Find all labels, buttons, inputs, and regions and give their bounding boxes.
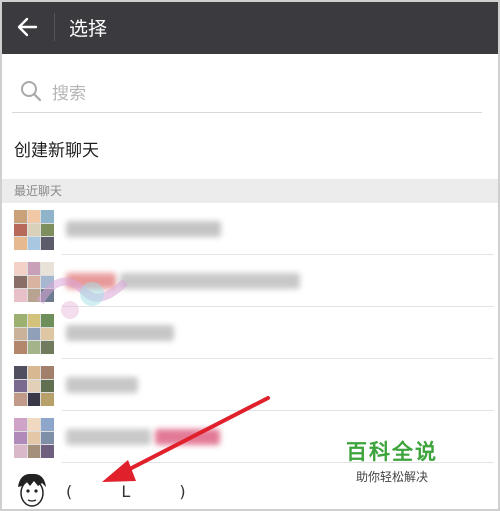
cartoon-face-avatar [14, 471, 50, 509]
blurred-chat-name [66, 377, 138, 393]
back-arrow-icon [17, 17, 38, 37]
chat-row-3[interactable] [0, 307, 500, 359]
chat-name-partial: ( L ) [66, 482, 208, 501]
blurred-chat-name [66, 273, 116, 289]
blurred-chat-name [66, 221, 221, 237]
blurred-chat-name [66, 429, 151, 445]
page-title: 选择 [69, 17, 108, 40]
blurred-chat-name [120, 273, 300, 289]
blurred-chat-name [155, 429, 220, 445]
watermark-title: 百科全说 [346, 440, 438, 464]
baike-watermark: 百科全说 助你轻松解决 [346, 436, 438, 485]
header-divider [54, 13, 55, 41]
blurred-chat-name [66, 325, 174, 341]
group-avatar [14, 314, 54, 354]
chat-row-1[interactable] [0, 203, 500, 255]
watermark-subtitle: 助你轻松解决 [355, 470, 428, 484]
search-placeholder: 搜索 [52, 83, 86, 104]
chat-row-2[interactable] [0, 255, 500, 307]
search-icon [21, 81, 42, 102]
chat-row-4[interactable] [0, 359, 500, 411]
group-avatar [14, 418, 54, 458]
group-avatar [14, 366, 54, 406]
create-new-chat-button[interactable]: 创建新聊天 [14, 136, 99, 161]
back-button[interactable] [0, 0, 54, 54]
group-avatar [14, 210, 54, 250]
search-input[interactable]: 搜索 [12, 70, 482, 113]
recent-chats-heading: 最近聊天 [0, 179, 500, 203]
group-avatar [14, 262, 54, 302]
app-header: 选择 [0, 0, 500, 54]
